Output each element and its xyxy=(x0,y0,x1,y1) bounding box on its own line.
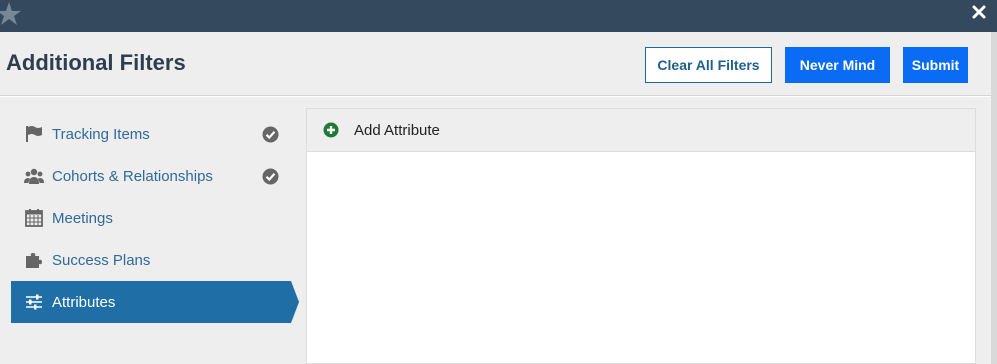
users-icon xyxy=(24,168,44,184)
puzzle-icon xyxy=(26,253,42,268)
attributes-panel: Add Attribute xyxy=(306,108,976,364)
add-attribute-button[interactable]: Add Attribute xyxy=(307,109,975,152)
sidebar-item-cohorts-relationships[interactable]: Cohorts & Relationships xyxy=(11,155,291,197)
sidebar-item-label: Tracking Items xyxy=(52,125,150,143)
page-title: Additional Filters xyxy=(6,50,186,75)
sidebar-item-label: Success Plans xyxy=(52,251,151,269)
check-circle-icon xyxy=(262,126,279,143)
sidebar-item-success-plans[interactable]: Success Plans xyxy=(11,239,291,281)
calendar-icon xyxy=(25,209,43,227)
star-logo-icon xyxy=(0,2,21,25)
sidebar-item-meetings[interactable]: Meetings xyxy=(11,197,291,239)
filter-sidebar: Tracking Items Cohorts & Relationships M… xyxy=(0,97,300,364)
modal-header: Additional Filters Clear All Filters Nev… xyxy=(0,32,991,96)
top-bar xyxy=(0,0,997,32)
sidebar-item-label: Attributes xyxy=(52,293,116,311)
flag-icon xyxy=(26,126,42,142)
clear-all-filters-button[interactable]: Clear All Filters xyxy=(645,47,772,83)
sidebar-item-label: Cohorts & Relationships xyxy=(52,167,213,185)
plus-circle-icon xyxy=(323,122,339,138)
sliders-icon xyxy=(26,294,42,310)
never-mind-button[interactable]: Never Mind xyxy=(785,47,890,83)
submit-button[interactable]: Submit xyxy=(903,47,968,83)
modal-body: Tracking Items Cohorts & Relationships M… xyxy=(0,97,991,364)
add-attribute-label: Add Attribute xyxy=(354,121,440,139)
modal-scroll-edge xyxy=(991,32,997,364)
check-circle-icon xyxy=(262,168,279,185)
sidebar-item-attributes[interactable]: Attributes xyxy=(11,281,299,323)
close-icon[interactable] xyxy=(971,4,987,20)
sidebar-item-tracking-items[interactable]: Tracking Items xyxy=(11,113,291,155)
sidebar-item-label: Meetings xyxy=(52,209,113,227)
